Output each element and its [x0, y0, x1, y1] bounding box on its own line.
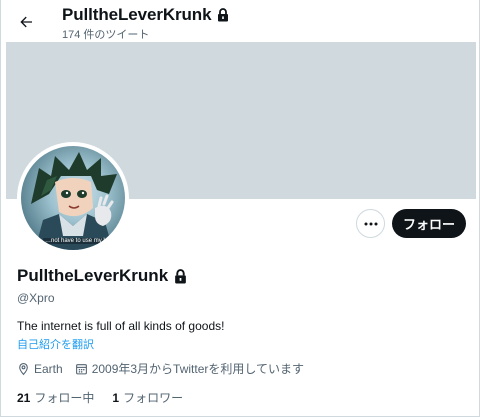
joined-text: 2009年3月からTwitterを利用しています — [91, 362, 305, 376]
following-link[interactable]: 21 フォロー中 — [17, 389, 94, 406]
location-item: Earth — [17, 362, 63, 376]
lock-icon — [217, 8, 229, 22]
tweet-count: 174 件のツイート — [62, 29, 150, 41]
more-options-button[interactable] — [356, 209, 385, 238]
translate-bio-link[interactable]: 自己紹介を翻訳 — [17, 336, 94, 352]
profile-bio: The internet is full of all kinds of goo… — [17, 319, 225, 333]
follow-button[interactable]: フォロー — [392, 209, 466, 238]
calendar-icon — [75, 362, 88, 376]
followers-label: フォロワー — [123, 391, 184, 405]
lock-icon — [174, 268, 187, 284]
avatar[interactable]: …not have to use my b… — [17, 142, 129, 254]
profile-page: PulltheLeverKrunk 174 件のツイート …not have t… — [0, 0, 480, 417]
follow-stats: 21 フォロー中 1 フォロワー — [17, 389, 201, 406]
following-count: 21 — [17, 390, 31, 405]
followers-link[interactable]: 1 フォロワー — [112, 389, 183, 406]
followers-count: 1 — [112, 390, 120, 405]
header-title: PulltheLeverKrunk — [62, 5, 212, 24]
arrow-left-icon — [20, 16, 32, 28]
more-horizontal-icon — [364, 222, 377, 225]
avatar-caption: …not have to use my b… — [43, 238, 115, 244]
user-handle: @Xpro — [17, 291, 55, 305]
joined-item: 2009年3月からTwitterを利用しています — [75, 360, 304, 377]
profile-meta: Earth 2009年3月からTwitterを利用しています — [17, 360, 316, 377]
display-name-row: PulltheLeverKrunk — [17, 266, 187, 286]
location-text: Earth — [34, 361, 63, 376]
header-title-row: PulltheLeverKrunk — [62, 5, 229, 25]
profile-header-bar: PulltheLeverKrunk 174 件のツイート — [1, 0, 479, 42]
location-pin-icon — [17, 362, 30, 376]
display-name: PulltheLeverKrunk — [17, 266, 169, 285]
avatar-image: …not have to use my b… — [21, 146, 125, 250]
following-label: フォロー中 — [34, 391, 95, 405]
avatar-illustration — [31, 152, 117, 250]
back-button[interactable] — [13, 9, 39, 35]
